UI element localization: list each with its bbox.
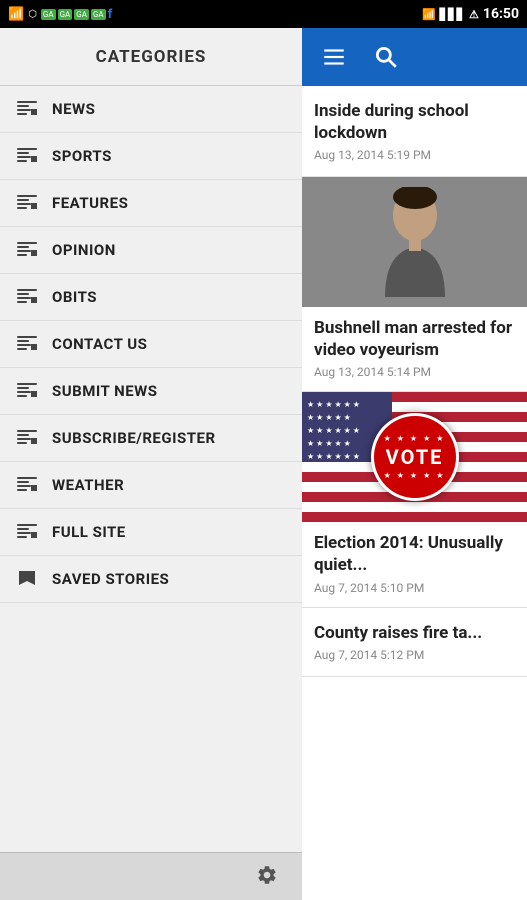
- news-item-4[interactable]: County raises fire ta... Aug 7, 2014 5:1…: [302, 608, 527, 677]
- sidebar-menu: NEWS SPORTS: [0, 86, 302, 852]
- news-item-3[interactable]: ★ ★ ★ ★ ★ ★ ★ ★ ★ ★ ★ ★ ★ ★ ★ ★ ★ ★ ★ ★ …: [302, 392, 527, 607]
- sidebar-item-opinion[interactable]: OPINION: [0, 227, 302, 274]
- sidebar-item-saved-label: SAVED STORIES: [52, 570, 169, 588]
- sidebar-item-subscribe-label: SUBSCRIBE/REGISTER: [52, 429, 216, 447]
- sim-icon: ⬡: [28, 9, 37, 20]
- sidebar-item-weather-label: WEATHER: [52, 476, 124, 494]
- sidebar-item-saved[interactable]: SAVED STORIES: [0, 556, 302, 603]
- vote-stars-bottom: ★ ★ ★ ★ ★: [384, 471, 446, 480]
- sports-icon: [16, 147, 38, 165]
- news-title-3: Election 2014: Unusually quiet...: [314, 532, 515, 576]
- sidebar-item-submit-label: SUBMIT NEWS: [52, 382, 158, 400]
- sidebar-item-obits-label: OBITS: [52, 288, 97, 306]
- sidebar-item-opinion-label: OPINION: [52, 241, 116, 259]
- news-text-2: Bushnell man arrested for video voyeuris…: [302, 307, 527, 391]
- subscribe-icon: [16, 429, 38, 447]
- sidebar-item-contact-label: CONTACT US: [52, 335, 147, 353]
- svg-text:★ ★ ★ ★ ★ ★: ★ ★ ★ ★ ★ ★: [307, 426, 360, 435]
- sidebar-item-news[interactable]: NEWS: [0, 86, 302, 133]
- phone-icon: 📶: [8, 7, 24, 22]
- sidebar: CATEGORIES NEWS: [0, 28, 302, 900]
- opinion-icon: [16, 241, 38, 259]
- fullsite-icon: [16, 523, 38, 541]
- settings-button[interactable]: [248, 856, 286, 898]
- app-icons: GA GA GA GA f: [41, 7, 112, 22]
- sidebar-item-weather[interactable]: WEATHER: [0, 462, 302, 509]
- search-button[interactable]: [362, 33, 410, 81]
- sidebar-footer: [0, 852, 302, 900]
- news-title-1: Inside during school lockdown: [314, 100, 515, 144]
- news-date-2: Aug 13, 2014 5:14 PM: [314, 365, 515, 379]
- main-container: CATEGORIES NEWS: [0, 28, 527, 900]
- weather-icon: [16, 476, 38, 494]
- sidebar-item-fullsite[interactable]: FULL SITE: [0, 509, 302, 556]
- alert-icon: ⚠: [469, 8, 479, 21]
- status-bar-right: 📶 ▋▋▋ ⚠ 16:50: [422, 6, 519, 22]
- vote-stars: ★ ★ ★ ★ ★: [384, 434, 446, 443]
- hamburger-icon: [321, 44, 347, 70]
- obits-icon: [16, 288, 38, 306]
- sidebar-item-news-label: NEWS: [52, 100, 95, 118]
- news-title-4: County raises fire ta...: [314, 622, 515, 644]
- sidebar-item-sports[interactable]: SPORTS: [0, 133, 302, 180]
- features-icon: [16, 194, 38, 212]
- svg-text:★ ★ ★ ★ ★: ★ ★ ★ ★ ★: [307, 439, 351, 448]
- saved-icon: [16, 570, 38, 588]
- sidebar-item-fullsite-label: FULL SITE: [52, 523, 126, 541]
- sidebar-item-submit[interactable]: SUBMIT NEWS: [0, 368, 302, 415]
- sidebar-header: CATEGORIES: [0, 28, 302, 86]
- contact-icon: [16, 335, 38, 353]
- svg-text:★ ★ ★ ★ ★ ★: ★ ★ ★ ★ ★ ★: [307, 400, 360, 409]
- signal-bars-icon: ▋▋▋: [440, 8, 465, 21]
- news-title-2: Bushnell man arrested for video voyeuris…: [314, 317, 515, 361]
- top-bar: [302, 28, 527, 86]
- status-bar: 📶 ⬡ GA GA GA GA f 📶 ▋▋▋ ⚠ 16:50: [0, 0, 527, 28]
- news-image-2: [302, 177, 527, 307]
- news-date-1: Aug 13, 2014 5:19 PM: [314, 148, 515, 162]
- sidebar-item-features[interactable]: FEATURES: [0, 180, 302, 227]
- news-text-3: Election 2014: Unusually quiet... Aug 7,…: [302, 522, 527, 606]
- sidebar-item-subscribe[interactable]: SUBSCRIBE/REGISTER: [0, 415, 302, 462]
- person-silhouette-icon: [375, 187, 455, 297]
- status-bar-left-icons: 📶 ⬡ GA GA GA GA f: [8, 7, 112, 22]
- settings-icon: [256, 864, 278, 886]
- wifi-icon: 📶: [422, 8, 436, 21]
- news-item-2[interactable]: Bushnell man arrested for video voyeuris…: [302, 177, 527, 392]
- sidebar-title: CATEGORIES: [96, 47, 207, 67]
- sidebar-item-obits[interactable]: OBITS: [0, 274, 302, 321]
- news-icon: [16, 100, 38, 118]
- svg-text:★ ★ ★ ★ ★ ★: ★ ★ ★ ★ ★ ★: [307, 452, 360, 461]
- news-image-3: ★ ★ ★ ★ ★ ★ ★ ★ ★ ★ ★ ★ ★ ★ ★ ★ ★ ★ ★ ★ …: [302, 392, 527, 522]
- search-icon: [373, 44, 399, 70]
- news-list: Inside during school lockdown Aug 13, 20…: [302, 86, 527, 900]
- vote-text: VOTE: [386, 445, 444, 469]
- news-date-3: Aug 7, 2014 5:10 PM: [314, 581, 515, 595]
- time-display: 16:50: [483, 6, 519, 22]
- content-panel: Inside during school lockdown Aug 13, 20…: [302, 28, 527, 900]
- sidebar-item-sports-label: SPORTS: [52, 147, 112, 165]
- sidebar-item-contact[interactable]: CONTACT US: [0, 321, 302, 368]
- news-item-1[interactable]: Inside during school lockdown Aug 13, 20…: [302, 86, 527, 177]
- menu-button[interactable]: [310, 33, 358, 81]
- news-date-4: Aug 7, 2014 5:12 PM: [314, 648, 515, 662]
- sidebar-item-features-label: FEATURES: [52, 194, 128, 212]
- submit-icon: [16, 382, 38, 400]
- svg-text:★ ★ ★ ★ ★: ★ ★ ★ ★ ★: [307, 413, 351, 422]
